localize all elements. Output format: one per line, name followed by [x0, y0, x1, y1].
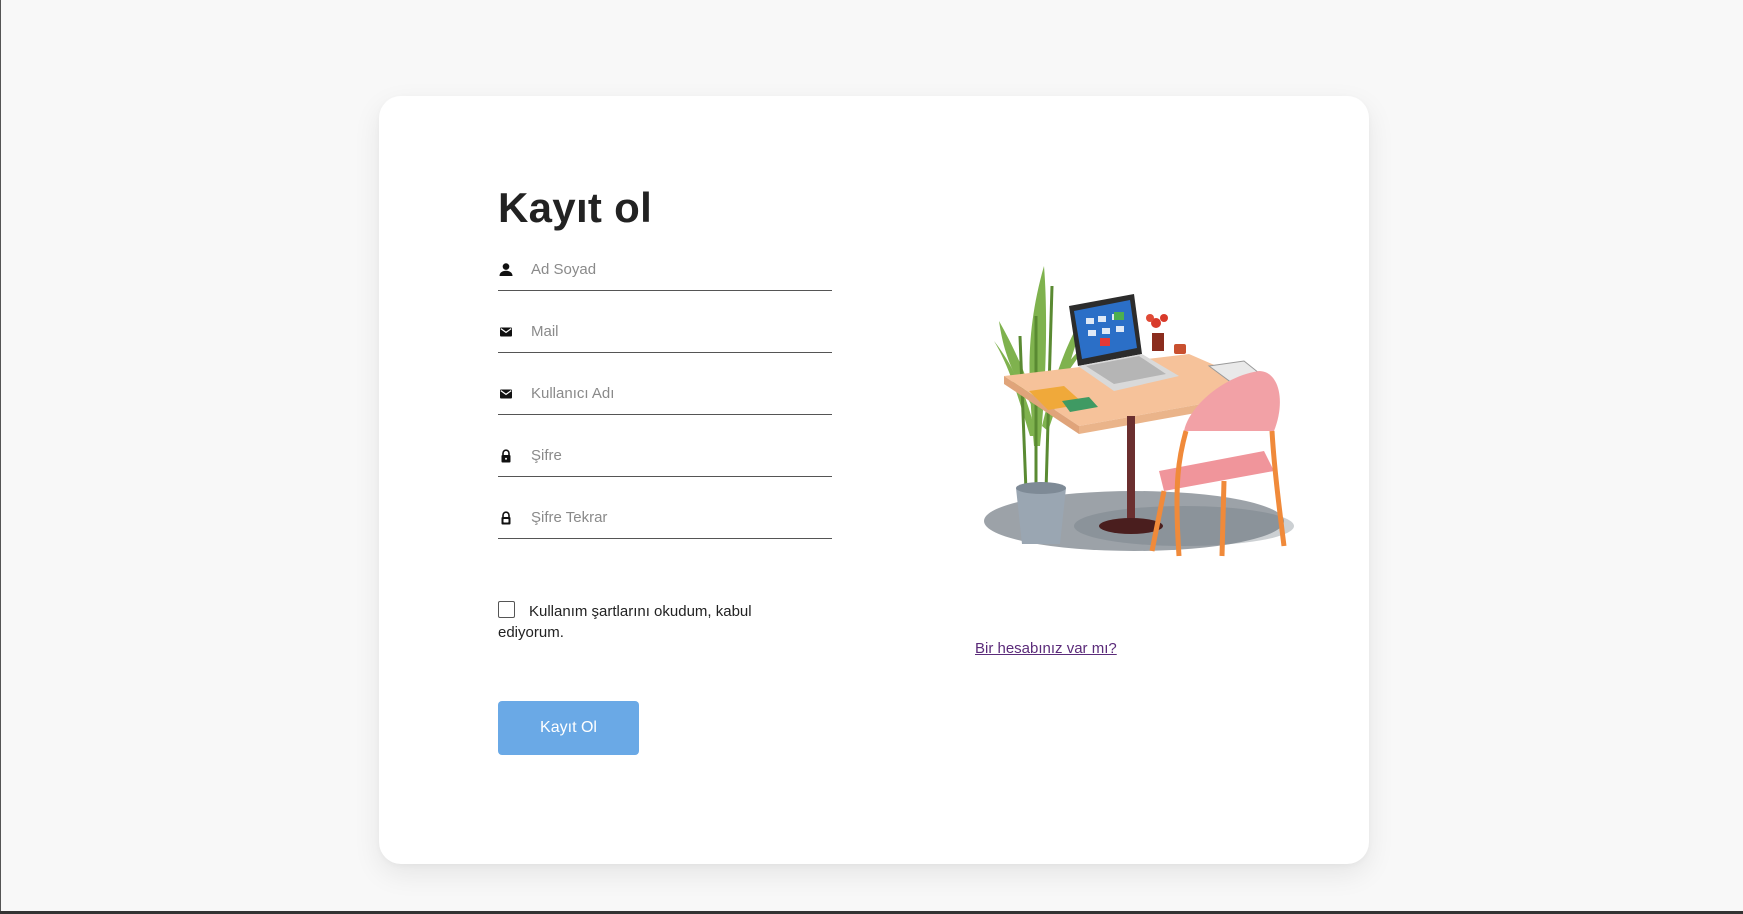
- terms-checkbox[interactable]: [498, 601, 515, 618]
- password-input[interactable]: [531, 442, 821, 468]
- lock-outline-icon: [498, 510, 514, 526]
- full-name-field: [498, 250, 832, 291]
- page-title: Kayıt ol: [498, 184, 653, 231]
- login-link[interactable]: Bir hesabınız var mı?: [975, 640, 1117, 657]
- password-field: [498, 436, 832, 477]
- mail-input[interactable]: [531, 318, 821, 344]
- terms-agreement: Kullanım şartlarını okudum, kabul ediyor…: [498, 601, 798, 643]
- mail-field: [498, 312, 832, 353]
- terms-label: Kullanım şartlarını okudum, kabul ediyor…: [498, 603, 752, 641]
- password-repeat-field: [498, 498, 832, 539]
- signup-card: Kayıt ol Kullanım şartlarını okudum, kab…: [379, 96, 1369, 864]
- desk-illustration: [974, 226, 1314, 586]
- lock-icon: [498, 448, 514, 464]
- envelope-icon: [498, 386, 514, 402]
- register-button[interactable]: Kayıt Ol: [498, 701, 639, 755]
- username-field: [498, 374, 832, 415]
- window-left-border: [0, 0, 1, 912]
- full-name-input[interactable]: [531, 256, 821, 282]
- envelope-icon: [498, 324, 514, 340]
- username-input[interactable]: [531, 380, 821, 406]
- person-icon: [498, 262, 514, 278]
- password-repeat-input[interactable]: [531, 504, 821, 530]
